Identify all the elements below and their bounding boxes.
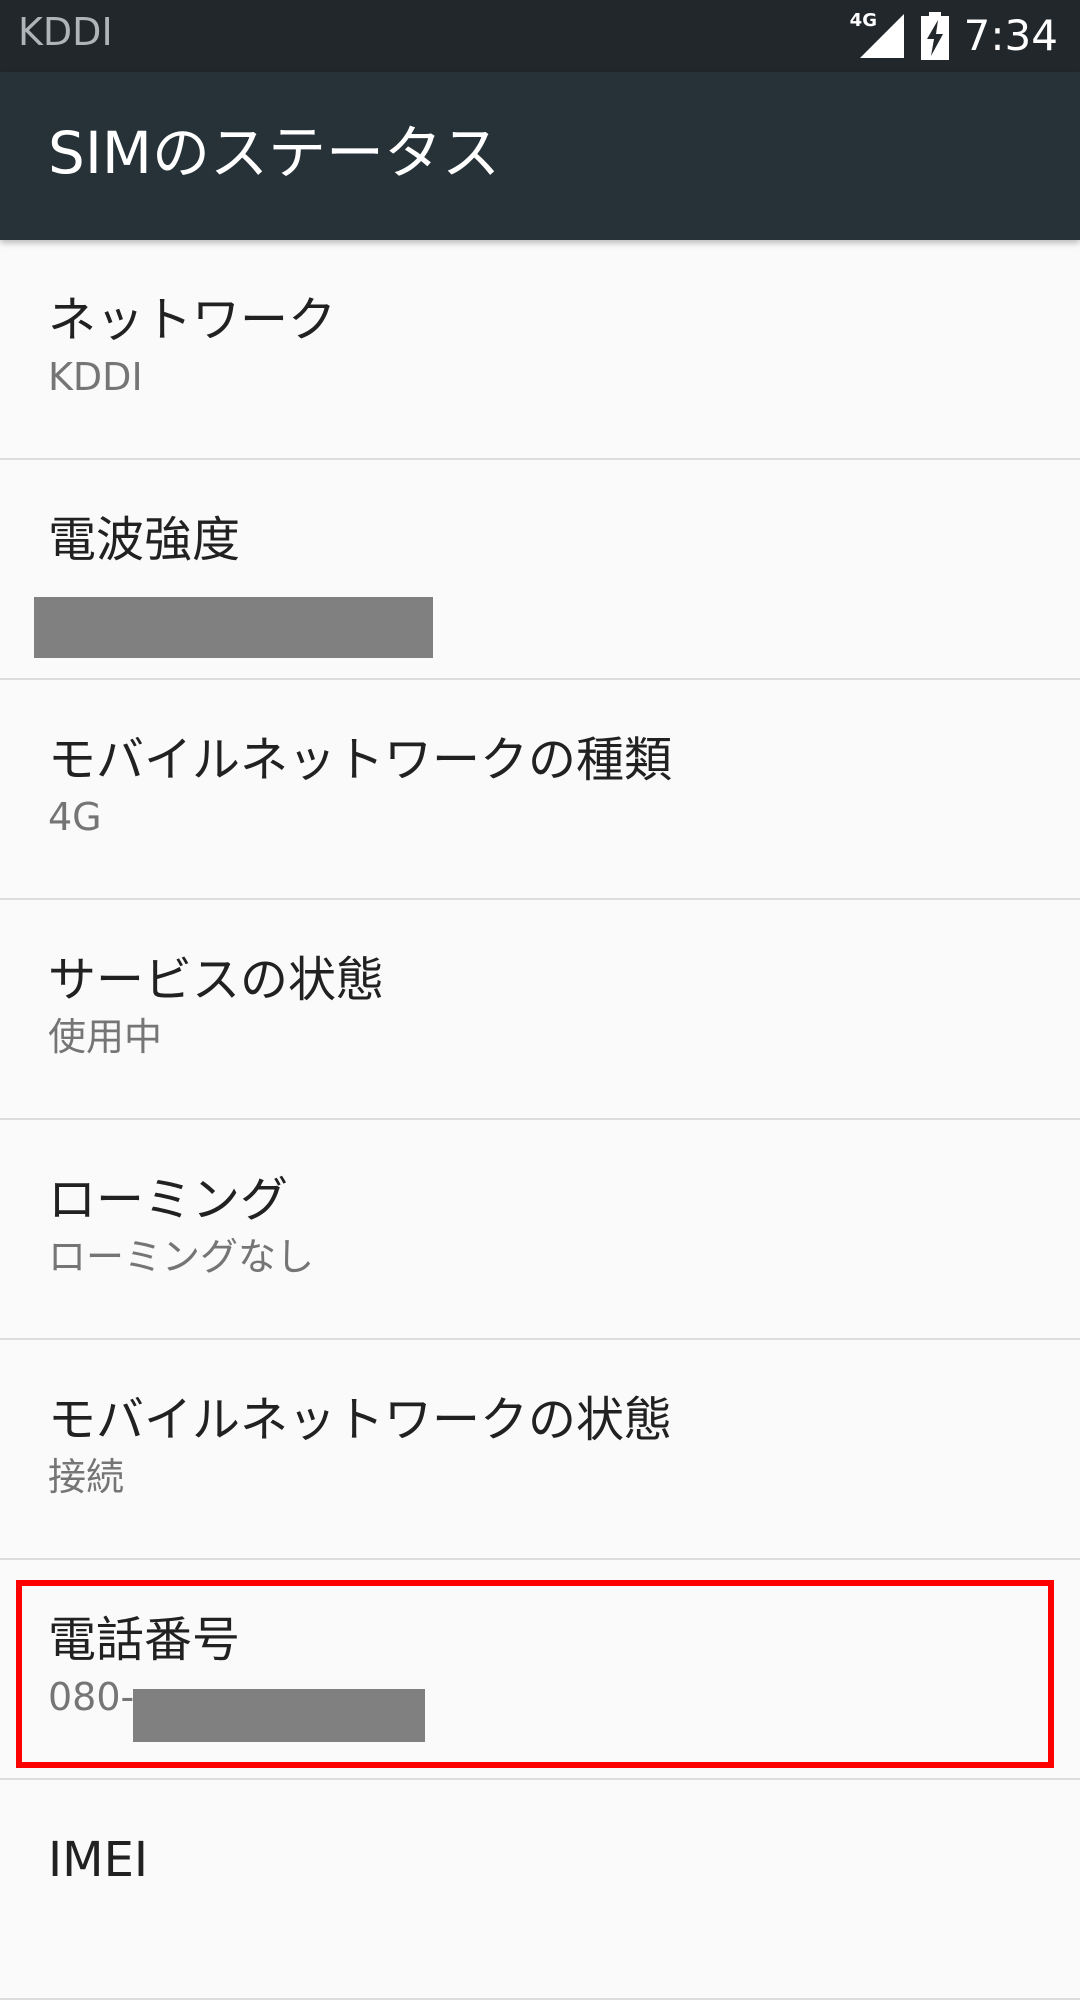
item-summary: KDDI (48, 355, 143, 399)
signal-icon: 4G (850, 10, 906, 60)
item-summary: 接続 (48, 1455, 125, 1499)
carrier-label: KDDI (18, 10, 113, 54)
list-item-network[interactable]: ネットワーク KDDI (0, 240, 1080, 460)
highlight-box (16, 1580, 1054, 1768)
item-title: IMEI (48, 1832, 149, 1888)
item-title: モバイルネットワークの状態 (48, 1392, 673, 1448)
app-bar: SIMのステータス (0, 72, 1080, 240)
list-item-service-state[interactable]: サービスの状態 使用中 (0, 900, 1080, 1120)
list-item-roaming[interactable]: ローミング ローミングなし (0, 1120, 1080, 1340)
battery-icon (920, 12, 950, 60)
clock: 7:34 (963, 11, 1058, 60)
item-title: ネットワーク (48, 292, 337, 348)
item-summary: 4G (48, 795, 102, 839)
item-title: モバイルネットワークの種類 (48, 732, 673, 788)
item-summary: ローミングなし (48, 1235, 315, 1279)
item-title: 電波強度 (48, 512, 241, 568)
list-item-mobile-network-state[interactable]: モバイルネットワークの状態 接続 (0, 1340, 1080, 1560)
list-item-signal-strength[interactable]: 電波強度 (0, 460, 1080, 680)
redaction-block (34, 597, 433, 658)
item-title: ローミング (48, 1172, 289, 1228)
list-item-mobile-network-type[interactable]: モバイルネットワークの種類 4G (0, 680, 1080, 900)
page-title: SIMのステータス (48, 119, 500, 187)
list-item-imei[interactable]: IMEI (0, 1780, 1080, 2000)
item-summary: 使用中 (48, 1015, 163, 1059)
status-icons: 4G 7:34 (850, 8, 1058, 64)
item-title: サービスの状態 (48, 952, 385, 1008)
status-bar: KDDI 4G 7:34 (0, 0, 1080, 72)
